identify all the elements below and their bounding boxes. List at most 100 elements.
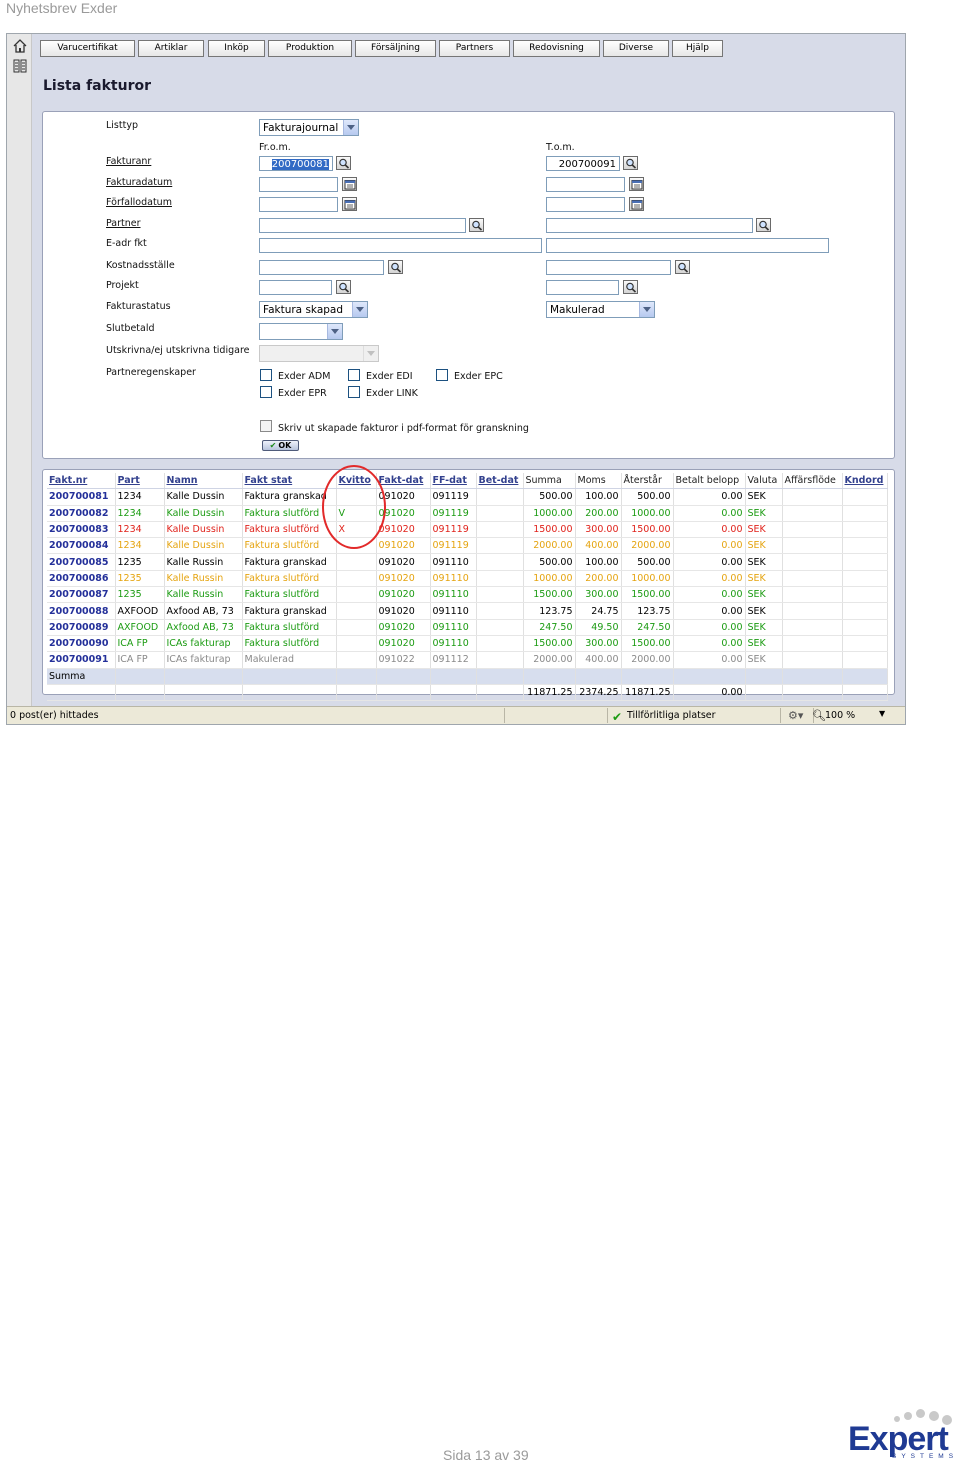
table-row[interactable]: 200700087 1235 Kalle Russin Faktura slutför… [47, 586, 888, 604]
exder-epc-checkbox[interactable] [436, 369, 448, 381]
fakturanr-from-input[interactable]: 200700081 [259, 156, 333, 171]
chevron-down-icon[interactable] [343, 120, 358, 135]
eadr-from-input[interactable] [259, 238, 542, 253]
partner-from-search-button[interactable] [469, 218, 484, 232]
menu-tab-hjalp[interactable]: Hjälp [672, 40, 723, 57]
fakturanr-from-search-button[interactable] [336, 156, 351, 170]
menu-tab-diverse[interactable]: Diverse [603, 40, 669, 57]
fakturastatus-to-select[interactable]: Makulerad [546, 301, 655, 318]
table-row[interactable]: 200700091 ICA FP ICAs fakturap Makulerad 091… [47, 651, 888, 669]
table-cell[interactable]: 200700086 [47, 570, 116, 588]
fakturadatum-to-calendar-button[interactable] [629, 177, 644, 191]
partner-label[interactable]: Partner [106, 218, 141, 229]
table-row[interactable]: 200700084 1234 Kalle Dussin Faktura slutför… [47, 537, 888, 555]
table-cell: Kalle Russin [164, 586, 243, 604]
eadr-to-input[interactable] [546, 238, 829, 253]
forfallodatum-from-input[interactable] [259, 197, 338, 212]
table-cell[interactable]: 200700083 [47, 521, 116, 539]
fakturanr-to-search-button[interactable] [623, 156, 638, 170]
table-cell[interactable]: 200700090 [47, 635, 116, 653]
exder-edi-checkbox[interactable] [348, 369, 360, 381]
slutbetald-select[interactable] [259, 323, 343, 340]
chevron-down-icon[interactable] [327, 324, 342, 339]
table-row[interactable]: 200700088 AXFOOD Axfood AB, 73 Faktura gran… [47, 602, 888, 620]
forfallodatum-label[interactable]: Förfallodatum [106, 197, 172, 208]
table-row[interactable]: 200700083 1234 Kalle Dussin Faktura slutför… [47, 521, 888, 539]
projekt-to-input[interactable] [546, 280, 619, 295]
table-row[interactable]: 200700089 AXFOOD Axfood AB, 73 Faktura slut… [47, 619, 888, 636]
table-cell [476, 570, 524, 588]
forfallodatum-to-calendar-button[interactable] [629, 197, 644, 211]
menu-tab-artiklar[interactable]: Artiklar [138, 40, 204, 57]
exder-adm-checkbox[interactable] [260, 369, 272, 381]
fakturadatum-label[interactable]: Fakturadatum [106, 177, 172, 188]
kostnadsstalle-to-input[interactable] [546, 260, 671, 275]
col-header-part[interactable]: Part [115, 473, 165, 490]
menu-tab-produktion[interactable]: Produktion [268, 40, 352, 57]
col-header-faktdat[interactable]: Fakt-dat [376, 473, 431, 490]
table-cell[interactable]: 200700087 [47, 586, 116, 604]
menu-tab-partners[interactable]: Partners [439, 40, 510, 57]
table-cell[interactable]: 200700088 [47, 602, 116, 620]
exder-adm-label: Exder ADM [278, 371, 331, 382]
home-icon[interactable] [13, 38, 27, 53]
col-header-faktnr[interactable]: Fakt.nr [47, 473, 116, 490]
ok-button[interactable]: ✔ OK [262, 440, 299, 451]
exder-link-checkbox[interactable] [348, 386, 360, 398]
table-cell[interactable]: 200700091 [47, 651, 116, 669]
forfallodatum-from-calendar-button[interactable] [342, 197, 357, 211]
kostnadsstalle-from-search-button[interactable] [388, 260, 403, 274]
table-cell: 1500.00 [621, 521, 674, 539]
kostnadsstalle-from-input[interactable] [259, 260, 384, 275]
exder-epr-checkbox[interactable] [260, 386, 272, 398]
table-cell [336, 668, 377, 685]
listtyp-select[interactable]: Fakturajournal [259, 119, 359, 136]
chevron-down-icon[interactable] [352, 302, 367, 317]
table-cell [842, 635, 888, 653]
table-row[interactable]: 200700081 1234 Kalle Dussin Faktura granska… [47, 488, 888, 506]
projekt-from-input[interactable] [259, 280, 332, 295]
fakturadatum-to-input[interactable] [546, 177, 625, 192]
fakturadatum-from-input[interactable] [259, 177, 338, 192]
forfallodatum-to-input[interactable] [546, 197, 625, 212]
fakturanr-label[interactable]: Fakturanr [106, 156, 151, 167]
status-bar: 0 post(er) hittades ✔ Tillförlitliga pla… [7, 706, 905, 724]
partner-to-search-button[interactable] [756, 218, 771, 232]
col-header-namn[interactable]: Namn [164, 473, 243, 490]
partner-to-input[interactable] [546, 218, 753, 233]
projekt-from-search-button[interactable] [336, 280, 351, 294]
menu-tab-inkop[interactable]: Inköp [208, 40, 265, 57]
chevron-down-icon[interactable]: ▼ [879, 709, 885, 718]
kostnadsstalle-to-search-button[interactable] [675, 260, 690, 274]
table-cell[interactable]: 200700089 [47, 619, 116, 636]
table-row[interactable]: 200700090 ICA FP ICAs fakturap Faktura slut… [47, 635, 888, 653]
menu-tab-redovisning[interactable]: Redovisning [513, 40, 600, 57]
menu-tab-varucertifikat[interactable]: Varucertifikat [40, 40, 135, 57]
menu-tab-forsaljning[interactable]: Försäljning [355, 40, 436, 57]
fakturadatum-from-calendar-button[interactable] [342, 177, 357, 191]
list-icon[interactable] [13, 58, 27, 73]
col-header-betdat[interactable]: Bet-dat [476, 473, 524, 490]
zoom-level[interactable]: 🔍︎ 100 % [812, 709, 855, 722]
fakturanr-to-input[interactable]: 200700091 [546, 156, 620, 171]
col-header-faktstat[interactable]: Fakt stat [242, 473, 337, 490]
chevron-down-icon[interactable] [639, 302, 654, 317]
fakturastatus-from-select[interactable]: Faktura skapad [259, 301, 368, 318]
table-row[interactable]: 200700085 1235 Kalle Russin Faktura granska… [47, 553, 888, 571]
projekt-to-search-button[interactable] [623, 280, 638, 294]
pdf-checkbox[interactable] [260, 420, 272, 432]
col-header-ffdat[interactable]: FF-dat [430, 473, 477, 490]
search-icon [391, 262, 402, 273]
table-cell[interactable]: 200700081 [47, 488, 116, 506]
chevron-down-icon [363, 346, 378, 361]
filter-panel: Listtyp Fakturajournal Fr.o.m. T.o.m. Fa… [42, 111, 895, 459]
table-row[interactable]: 200700086 1235 Kalle Russin Faktura slutför… [47, 570, 888, 588]
table-cell[interactable]: 200700082 [47, 505, 116, 522]
partner-from-input[interactable] [259, 218, 466, 233]
table-row[interactable]: 200700082 1234 Kalle Dussin Faktura slutför… [47, 505, 888, 522]
table-cell[interactable]: 200700085 [47, 553, 116, 571]
table-cell[interactable]: 200700084 [47, 537, 116, 555]
col-header-kndord[interactable]: Kndord [842, 473, 888, 490]
protected-mode-icon[interactable]: ⚙▾ [788, 709, 803, 722]
col-header-kvitto[interactable]: Kvitto [336, 473, 377, 490]
